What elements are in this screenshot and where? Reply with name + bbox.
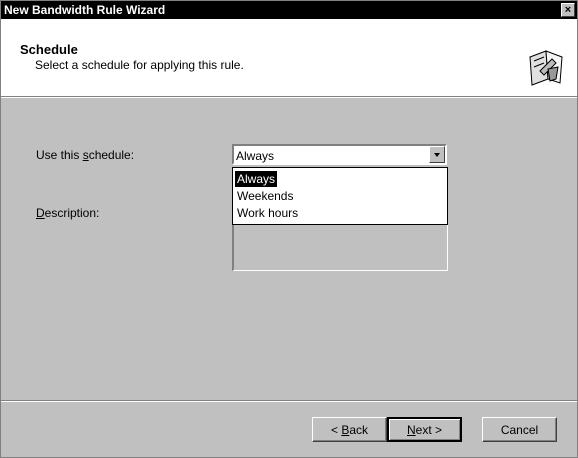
dropdown-arrow-button[interactable]: [429, 146, 445, 163]
close-button[interactable]: ×: [561, 3, 575, 17]
next-button[interactable]: Next >: [387, 417, 462, 442]
window-title: New Bandwidth Rule Wizard: [4, 3, 166, 17]
chevron-down-icon: [434, 153, 440, 157]
schedule-label: Use this schedule:: [36, 148, 135, 162]
schedule-selected-value: Always: [236, 149, 275, 163]
schedule-dropdown-list: Always Weekends Work hours: [232, 167, 448, 225]
schedule-option-weekends[interactable]: Weekends: [235, 188, 295, 204]
page-subtitle: Select a schedule for applying this rule…: [35, 58, 244, 72]
wizard-schedule-icon: [529, 50, 563, 86]
back-button[interactable]: < Back: [312, 417, 387, 442]
schedule-combobox[interactable]: Always: [232, 144, 447, 165]
header-divider: [1, 96, 577, 98]
schedule-option-work-hours[interactable]: Work hours: [235, 205, 300, 221]
cancel-button[interactable]: Cancel: [482, 417, 557, 442]
schedule-option-always[interactable]: Always: [235, 171, 278, 187]
footer-divider: [1, 400, 577, 402]
wizard-header: Schedule Select a schedule for applying …: [1, 19, 577, 96]
wizard-window: New Bandwidth Rule Wizard × Schedule Sel…: [0, 0, 578, 458]
description-label: Description:: [36, 206, 100, 220]
page-title: Schedule: [20, 42, 78, 57]
description-box: [232, 225, 448, 271]
title-bar[interactable]: New Bandwidth Rule Wizard ×: [1, 1, 577, 19]
